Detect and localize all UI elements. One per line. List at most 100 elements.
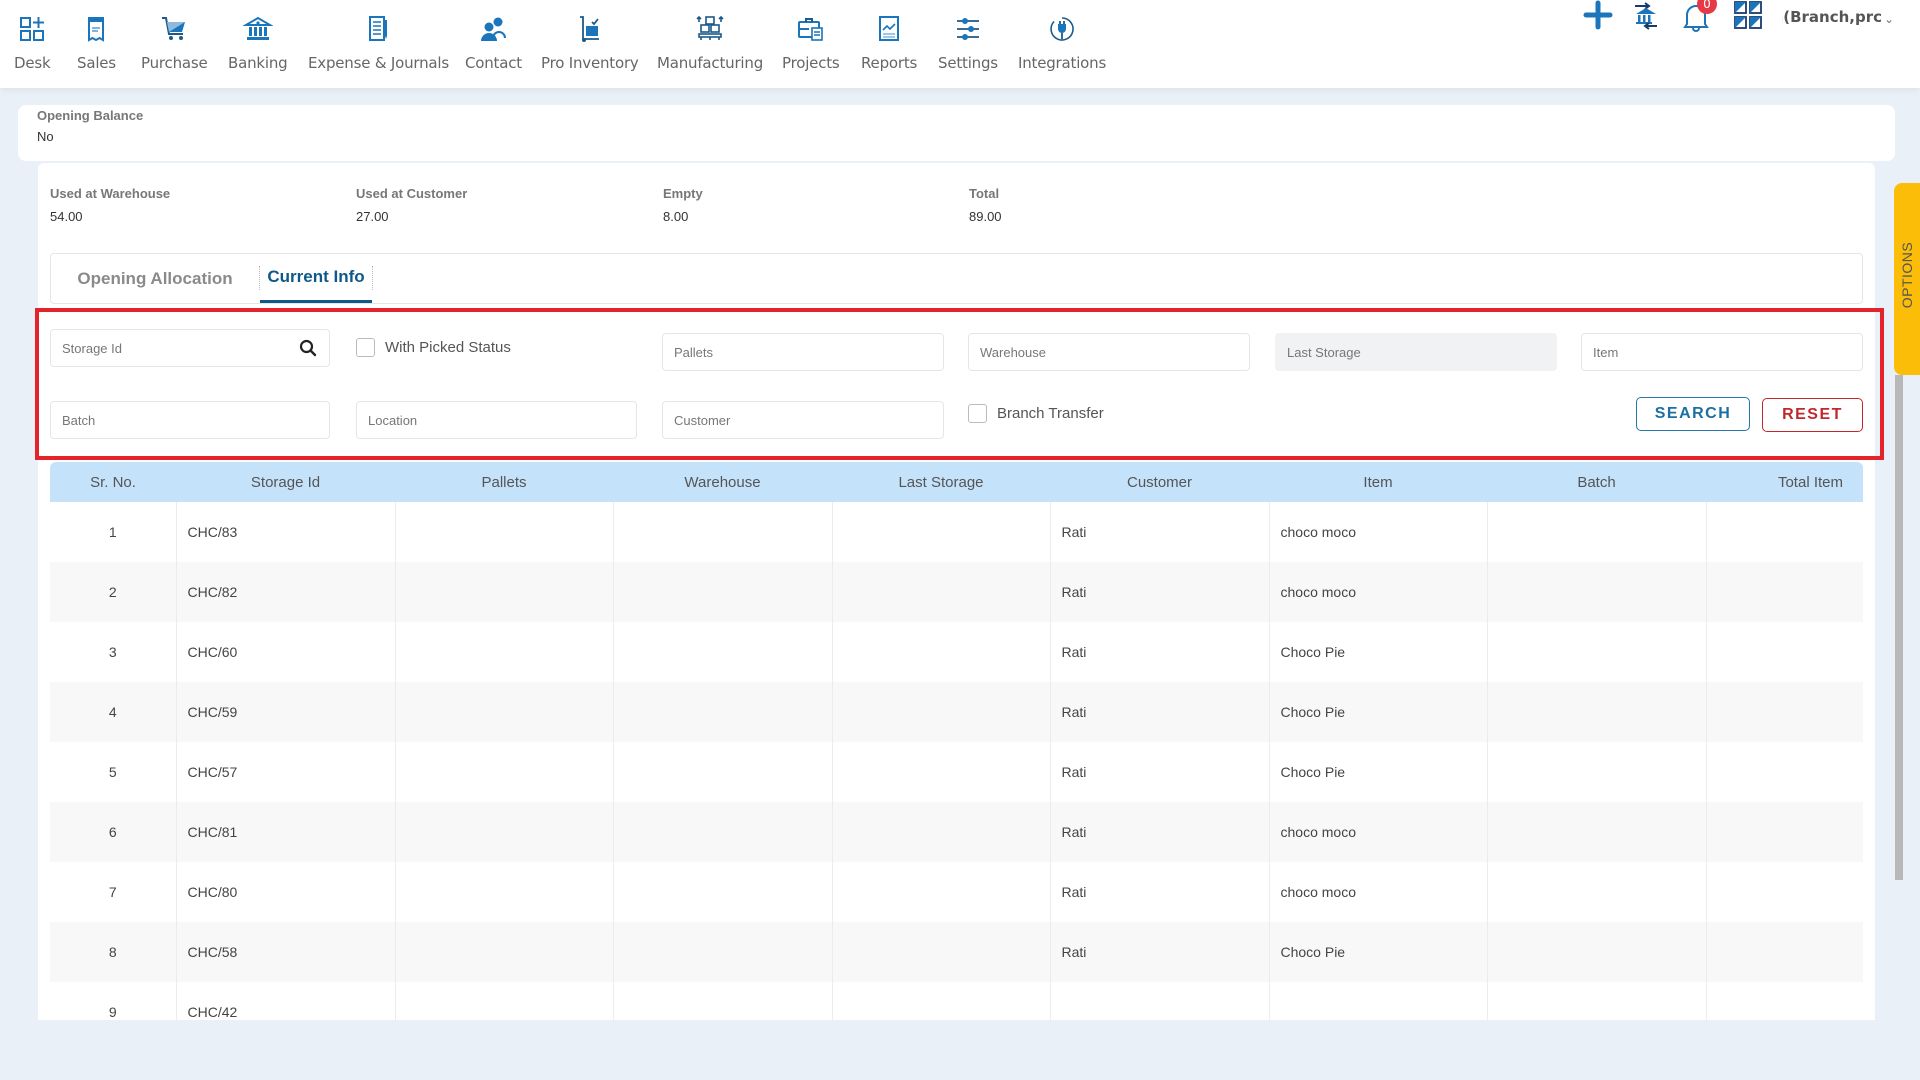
branch-transfer-checkbox[interactable]: Branch Transfer [968, 404, 1104, 423]
table-cell: Rati [1050, 622, 1270, 682]
item-input[interactable] [1593, 344, 1862, 360]
table-cell: CHC/83 [176, 502, 396, 562]
storage-id-field[interactable] [50, 329, 330, 367]
sliders-icon [956, 18, 979, 40]
column-header: Sr. No. [50, 462, 176, 502]
reset-button[interactable]: RESET [1762, 398, 1863, 432]
table-cell [832, 502, 1051, 562]
with-picked-status-checkbox[interactable]: With Picked Status [356, 338, 511, 357]
table-cell [832, 622, 1051, 682]
trolley-icon [579, 16, 599, 42]
warehouse-input[interactable] [980, 344, 1249, 360]
tab-current-info[interactable]: Current Info [260, 254, 372, 303]
table-cell [1706, 802, 1863, 862]
checkbox-label: With Picked Status [385, 339, 511, 356]
last-storage-input[interactable] [1287, 344, 1556, 360]
checkbox-box[interactable] [356, 338, 375, 357]
table-row[interactable]: 9 CHC/42 [50, 982, 1863, 1020]
nav-label: Purchase [141, 54, 208, 72]
desk-grid-icon [20, 17, 45, 41]
add-new-button[interactable] [1583, 0, 1613, 35]
nav-purchase[interactable]: Purchase [141, 14, 208, 72]
table-cell: choco moco [1269, 862, 1488, 922]
table-cell: 9 [50, 982, 177, 1020]
warehouse-field[interactable] [968, 333, 1250, 371]
table-cell [1706, 742, 1863, 802]
table-cell [1487, 502, 1707, 562]
checkbox-box[interactable] [968, 404, 987, 423]
table-row[interactable]: 1 CHC/83 Rati choco moco [50, 502, 1863, 562]
nav-label: Banking [228, 54, 288, 72]
search-button[interactable]: SEARCH [1636, 397, 1750, 431]
table-cell: Choco Pie [1269, 682, 1488, 742]
page-scrollbar[interactable] [1895, 375, 1903, 880]
location-field[interactable] [356, 401, 637, 439]
nav-label: Integrations [1018, 54, 1107, 72]
nav-pro-inventory[interactable]: Pro Inventory [541, 14, 639, 72]
pallets-field[interactable] [662, 333, 944, 371]
nav-contact[interactable]: Contact [465, 14, 522, 72]
notebook-icon [369, 16, 388, 41]
table-cell: CHC/57 [176, 742, 396, 802]
stat-value: 27.00 [356, 209, 389, 224]
table-cell: 3 [50, 622, 177, 682]
chevron-down-icon[interactable]: ⌄ [1884, 12, 1894, 26]
customer-input[interactable] [674, 412, 943, 428]
table-row[interactable]: 6 CHC/81 Rati choco moco [50, 802, 1863, 862]
table-cell: 8 [50, 922, 177, 982]
table-cell [1706, 622, 1863, 682]
nav-settings[interactable]: Settings [938, 14, 998, 72]
table-cell: Choco Pie [1269, 622, 1488, 682]
customer-field[interactable] [662, 401, 944, 439]
nav-manufacturing[interactable]: Manufacturing [657, 14, 763, 72]
table-cell [1706, 982, 1863, 1020]
table-cell [395, 742, 614, 802]
pallets-input[interactable] [674, 344, 943, 360]
nav-sales[interactable]: Sales [77, 14, 116, 72]
last-storage-field[interactable] [1275, 333, 1557, 371]
table-row[interactable]: 4 CHC/59 Rati Choco Pie [50, 682, 1863, 742]
location-input[interactable] [368, 412, 636, 428]
search-icon[interactable] [299, 339, 317, 357]
batch-input[interactable] [62, 412, 329, 428]
table-cell [395, 922, 614, 982]
item-field[interactable] [1581, 333, 1863, 371]
apps-grid-button[interactable] [1733, 0, 1763, 35]
table-cell [1269, 982, 1488, 1020]
opening-balance-label: Opening Balance [37, 108, 144, 123]
table-cell [1487, 862, 1707, 922]
tab-bar: Opening Allocation Current Info [50, 253, 1863, 304]
nav-desk[interactable]: Desk [14, 14, 51, 72]
plug-icon [1050, 17, 1074, 41]
table-cell: 2 [50, 562, 177, 622]
nav-expense-journals[interactable]: Expense & Journals [308, 14, 449, 72]
table-row[interactable]: 5 CHC/57 Rati Choco Pie [50, 742, 1863, 802]
table-row[interactable]: 7 CHC/80 Rati choco moco [50, 862, 1863, 922]
user-branch-selector[interactable]: m(Branch,prc [1782, 8, 1882, 26]
nav-integrations[interactable]: Integrations [1018, 14, 1106, 72]
checkbox-label: Branch Transfer [997, 405, 1104, 422]
batch-field[interactable] [50, 401, 330, 439]
table-row[interactable]: 3 CHC/60 Rati Choco Pie [50, 622, 1863, 682]
nav-projects[interactable]: Projects [782, 14, 840, 72]
notifications-button[interactable]: 0 [1681, 0, 1717, 37]
nav-reports[interactable]: Reports [861, 14, 917, 72]
nav-label: Desk [14, 54, 51, 72]
table-cell: 1 [50, 502, 177, 562]
bank-transfer-button[interactable] [1631, 0, 1661, 35]
storage-id-input[interactable] [62, 340, 329, 356]
stat-value: 8.00 [663, 209, 689, 224]
options-side-tab[interactable]: OPTIONS [1894, 183, 1920, 375]
table-row[interactable]: 8 CHC/58 Rati Choco Pie [50, 922, 1863, 982]
table-cell [1706, 562, 1863, 622]
table-cell: Choco Pie [1269, 922, 1488, 982]
table-cell: Rati [1050, 682, 1270, 742]
column-header: Batch [1487, 462, 1706, 502]
table-row[interactable]: 2 CHC/82 Rati choco moco [50, 562, 1863, 622]
nav-banking[interactable]: Banking [228, 14, 288, 72]
tab-opening-allocation[interactable]: Opening Allocation [51, 254, 259, 303]
table-cell: Rati [1050, 922, 1270, 982]
column-header: Storage Id [176, 462, 395, 502]
stat-used-at-customer: Used at Customer 27.00 [356, 186, 467, 224]
table-cell [613, 922, 833, 982]
